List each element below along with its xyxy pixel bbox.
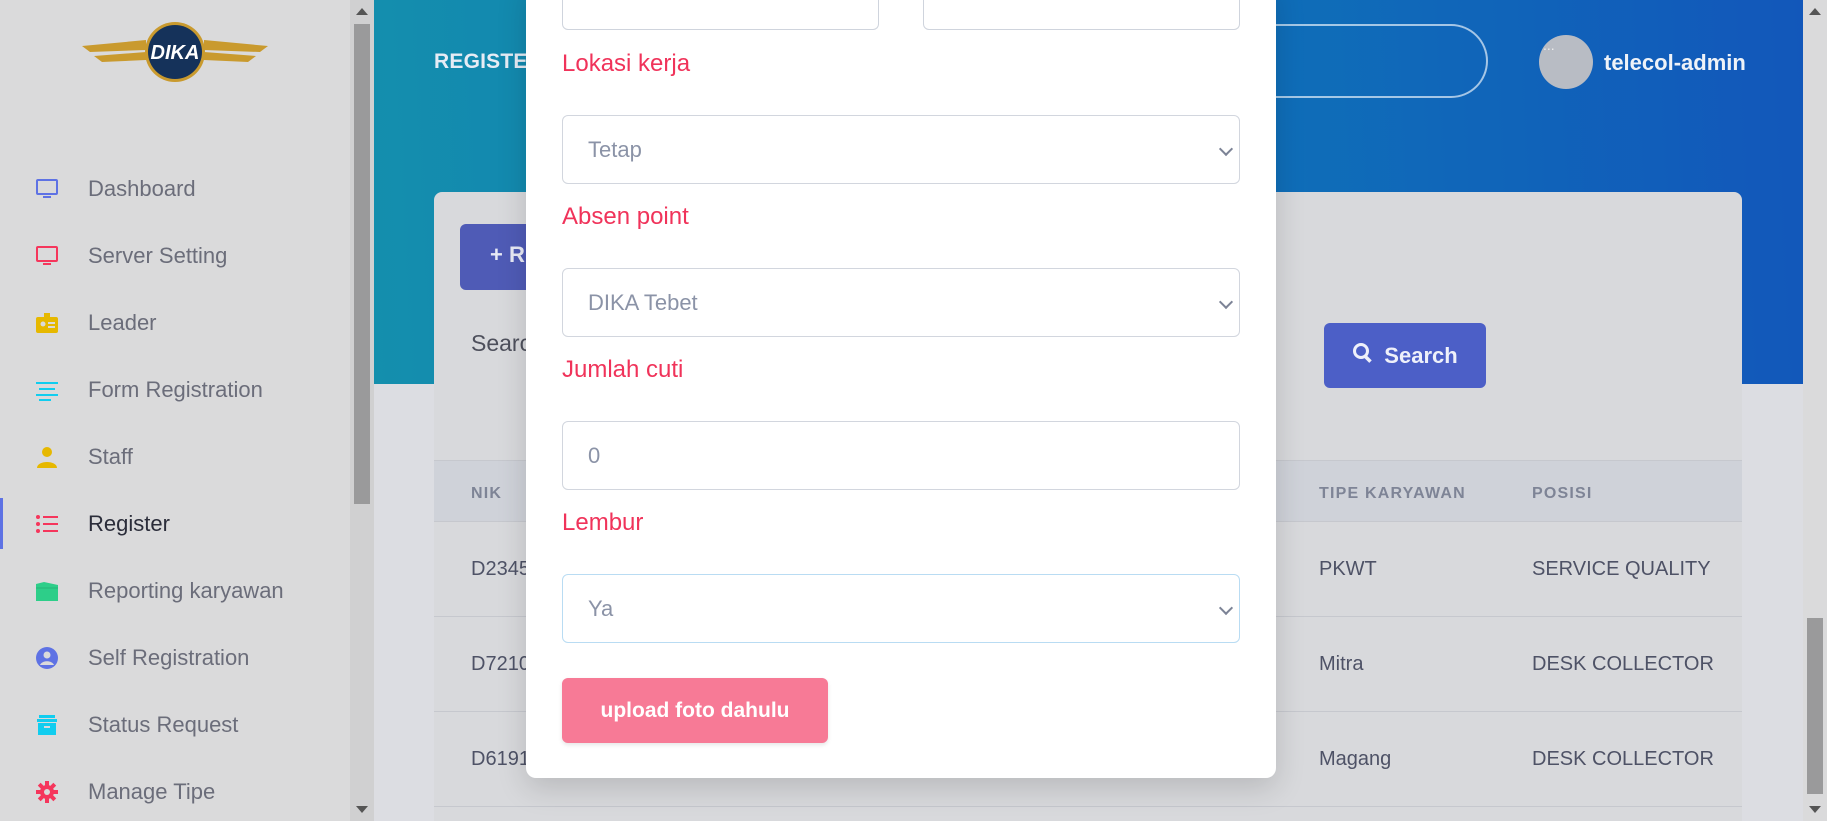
- monitor-icon: [34, 243, 60, 269]
- sidebar-item-label: Server Setting: [88, 242, 228, 268]
- user-icon: [34, 444, 60, 470]
- cell-nik: D2345: [471, 558, 530, 580]
- absen-point-select[interactable]: DIKA Tebet: [562, 268, 1240, 337]
- align-left-icon: [34, 377, 60, 403]
- user-circle-icon: [34, 645, 60, 671]
- column-header-nik[interactable]: NIK: [471, 485, 502, 503]
- archive-icon: [34, 712, 60, 738]
- avatar[interactable]: ...: [1539, 35, 1593, 89]
- monitor-icon: [34, 176, 60, 202]
- gear-icon: [34, 779, 60, 805]
- chevron-down-icon: [1218, 600, 1234, 616]
- sidebar-item-server-setting[interactable]: Server Setting: [0, 222, 350, 289]
- upload-photo-button[interactable]: upload foto dahulu: [562, 678, 828, 743]
- absen-point-value: DIKA Tebet: [588, 289, 698, 315]
- lokasi-kerja-select[interactable]: Tetap: [562, 115, 1240, 184]
- lokasi-kerja-value: Tetap: [588, 136, 642, 162]
- svg-text:DIKA: DIKA: [151, 42, 200, 64]
- sidebar-item-label: Status Request: [88, 711, 239, 737]
- cell-tipe-karyawan: Magang: [1319, 748, 1392, 770]
- page-scrollbar[interactable]: [1803, 0, 1827, 821]
- cell-tipe-karyawan: Mitra: [1319, 653, 1364, 675]
- search-button[interactable]: Search: [1324, 323, 1486, 388]
- sidebar-item-register[interactable]: Register: [0, 490, 350, 557]
- register-modal: Lokasi kerja Tetap Absen point DIKA Tebe…: [526, 0, 1276, 778]
- search-icon: [1352, 342, 1374, 370]
- sidebar-item-label: Manage Tipe: [88, 778, 216, 804]
- chevron-down-icon: [1218, 141, 1234, 157]
- sidebar-item-leader[interactable]: Leader: [0, 289, 350, 356]
- column-header-tipe-karyawan[interactable]: TIPE KARYAWAN: [1319, 485, 1466, 503]
- input-field-partial[interactable]: [923, 0, 1240, 30]
- scroll-down-arrow-icon[interactable]: [1809, 806, 1821, 813]
- sidebar-item-label: Register: [88, 510, 170, 536]
- scroll-down-arrow-icon[interactable]: [356, 806, 368, 813]
- cell-posisi: DESK COLLECTOR: [1532, 748, 1714, 770]
- search-label: Searc: [471, 330, 532, 356]
- chevron-down-icon: [1218, 294, 1234, 310]
- sidebar-scrollbar-thumb[interactable]: [354, 24, 370, 504]
- lokasi-kerja-label: Lokasi kerja: [562, 50, 691, 77]
- broken-image-icon: ...: [1543, 37, 1555, 53]
- sidebar-item-label: Leader: [88, 309, 157, 335]
- sidebar-item-label: Dashboard: [88, 175, 196, 201]
- scroll-up-arrow-icon[interactable]: [356, 8, 368, 15]
- sidebar-item-dashboard[interactable]: Dashboard: [0, 155, 350, 222]
- sidebar-item-self-registration[interactable]: Self Registration: [0, 624, 350, 691]
- sidebar-item-label: Reporting karyawan: [88, 577, 284, 603]
- list-icon: [34, 511, 60, 537]
- lembur-select[interactable]: Ya: [562, 574, 1240, 643]
- lembur-label: Lembur: [562, 509, 644, 536]
- sidebar-nav: Dashboard Server Setting Leader Form Reg…: [0, 155, 350, 821]
- sidebar-item-reporting-karyawan[interactable]: Reporting karyawan: [0, 557, 350, 624]
- badge-icon: [34, 310, 60, 336]
- search-button-label: Search: [1384, 342, 1458, 368]
- column-header-posisi[interactable]: POSISI: [1532, 485, 1593, 503]
- scroll-up-arrow-icon[interactable]: [1809, 8, 1821, 15]
- sidebar-item-form-registration[interactable]: Form Registration: [0, 356, 350, 423]
- jumlah-cuti-value: 0: [588, 442, 601, 468]
- absen-point-label: Absen point: [562, 203, 689, 230]
- sidebar-item-staff[interactable]: Staff: [0, 423, 350, 490]
- sidebar-item-status-request[interactable]: Status Request: [0, 691, 350, 758]
- username[interactable]: telecol-admin: [1604, 50, 1746, 76]
- sidebar-scrollbar[interactable]: [350, 0, 374, 821]
- jumlah-cuti-label: Jumlah cuti: [562, 356, 684, 383]
- input-field-partial[interactable]: [562, 0, 879, 30]
- sidebar-item-label: Form Registration: [88, 376, 263, 402]
- cell-posisi: DESK COLLECTOR: [1532, 653, 1714, 675]
- dika-logo[interactable]: DIKA: [80, 20, 270, 90]
- sidebar-item-label: Staff: [88, 443, 133, 469]
- jumlah-cuti-input[interactable]: 0: [562, 421, 1240, 490]
- cell-nik: D7210: [471, 653, 530, 675]
- folder-icon: [34, 578, 60, 604]
- cell-tipe-karyawan: PKWT: [1319, 558, 1377, 580]
- cell-nik: D6191: [471, 748, 530, 770]
- sidebar: DIKA Dashboard Server Setting Leader For…: [0, 0, 350, 821]
- sidebar-item-label: Self Registration: [88, 644, 250, 670]
- lembur-value: Ya: [588, 595, 614, 621]
- page-scrollbar-thumb[interactable]: [1807, 618, 1823, 794]
- sidebar-item-manage-tipe[interactable]: Manage Tipe: [0, 758, 350, 821]
- cell-posisi: SERVICE QUALITY: [1532, 558, 1711, 580]
